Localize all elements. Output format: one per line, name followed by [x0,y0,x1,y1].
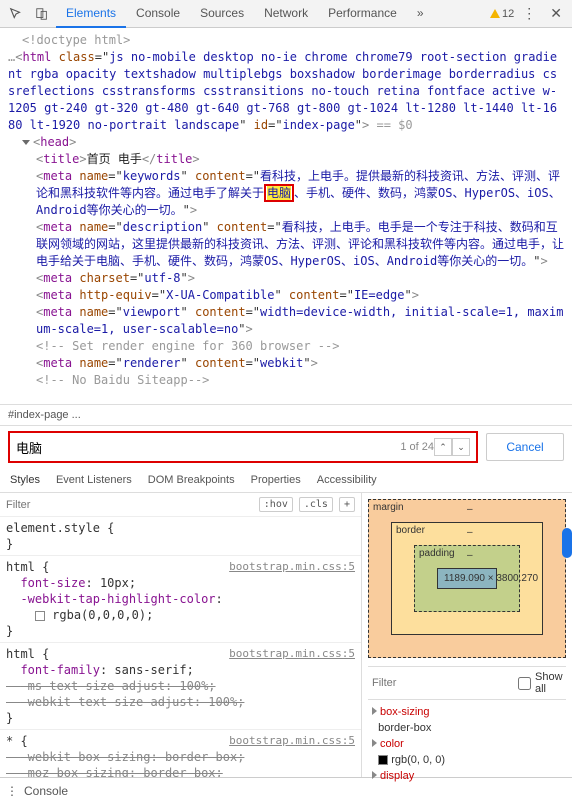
comment-render[interactable]: <!-- Set render engine for 360 browser -… [8,338,564,355]
styles-pane: :hov .cls + element.style { } bootstrap.… [0,493,362,777]
rule-html-1[interactable]: bootstrap.min.css:5 html { font-size: 10… [0,556,361,643]
viewport-val: width=device-width, initial-scale=1, max… [36,305,563,336]
swatch-icon [378,755,388,765]
head-element[interactable]: <head> [8,134,564,151]
search-highlight: 电脑 [267,186,291,200]
show-all-label: Show all [535,671,563,695]
caret-down-icon [22,140,30,145]
source-link[interactable]: bootstrap.min.css:5 [229,646,355,662]
kebab-icon[interactable]: ⋮ [6,784,18,798]
breadcrumb[interactable]: #index-page ... [0,404,572,426]
subtab-a11y[interactable]: Accessibility [317,474,377,486]
border-label: border [396,525,425,536]
close-icon[interactable]: ✕ [544,5,568,22]
tab-console[interactable]: Console [126,0,190,28]
styles-tabs: Styles Event Listeners DOM Breakpoints P… [0,468,572,493]
meta-renderer[interactable]: <meta name="renderer" content="webkit"> [8,355,564,372]
search-input[interactable] [16,440,400,455]
cancel-button[interactable]: Cancel [486,433,564,461]
expand-icon[interactable] [372,739,377,747]
renderer-val: webkit [260,356,303,370]
rule-element-style[interactable]: element.style { } [0,517,361,556]
tab-network[interactable]: Network [254,0,318,28]
html-element[interactable]: …<html class="js no-mobile desktop no-ie… [8,49,564,134]
tab-performance[interactable]: Performance [318,0,407,28]
source-link[interactable]: bootstrap.min.css:5 [229,733,355,749]
meta-description[interactable]: <meta name="description" content="看科技，上电… [8,219,564,270]
padding-label: padding [419,548,455,559]
meta-xua[interactable]: <meta http-equiv="X-UA-Compatible" conte… [8,287,564,304]
show-all-checkbox[interactable] [518,677,531,690]
tab-overflow[interactable]: » [407,0,434,28]
warning-icon [490,9,500,18]
subtab-props[interactable]: Properties [251,474,301,486]
computed-filter-input[interactable] [372,677,514,689]
computed-props: box-sizing border-box color rgb(0, 0, 0)… [368,704,566,784]
desc-text: 看科技，上电手。电手是一个专注于科技、数码和互联网领域的网站，这里提供最新的科技… [36,220,564,268]
swatch-icon[interactable] [35,611,45,621]
subtab-dombp[interactable]: DOM Breakpoints [148,474,235,486]
title-text: 首页 电手 [87,152,142,166]
cls-button[interactable]: .cls [299,497,333,512]
lower-panes: :hov .cls + element.style { } bootstrap.… [0,493,572,777]
source-link[interactable]: bootstrap.min.css:5 [229,559,355,575]
dom-tree[interactable]: <!doctype html> …<html class="js no-mobi… [0,28,572,404]
styles-filter-input[interactable] [6,499,253,511]
device-icon[interactable] [30,2,54,26]
margin-label: margin [373,502,404,513]
meta-viewport[interactable]: <meta name="viewport" content="width=dev… [8,304,564,338]
search-wrap: 1 of 24 ⌃ ⌄ [8,431,478,463]
expand-icon[interactable] [372,707,377,715]
warning-badge[interactable]: 12 [490,8,514,20]
devtools-toolbar: Elements Console Sources Network Perform… [0,0,572,28]
computed-pane: margin – border – padding – 1189.090 × 3… [362,493,572,777]
rule-star[interactable]: bootstrap.min.css:5 * { -webkit-box-sizi… [0,730,361,777]
selection-marker: == $0 [369,118,412,132]
inspect-icon[interactable] [4,2,28,26]
content-dims: 1189.090 × 3800.270 [437,568,497,589]
meta-keywords[interactable]: <meta name="keywords" content="看科技，上电手。提… [8,168,564,219]
xua-val: IE=edge [354,288,405,302]
doctype: <!doctype html> [8,32,564,49]
scrollbar[interactable] [562,528,572,558]
panel-tabs: Elements Console Sources Network Perform… [56,0,488,28]
search-bar: 1 of 24 ⌃ ⌄ Cancel [0,426,572,468]
search-prev-icon[interactable]: ⌃ [434,438,452,456]
rule-html-2[interactable]: bootstrap.min.css:5 html { font-family: … [0,643,361,730]
expand-icon[interactable] [372,771,377,779]
search-next-icon[interactable]: ⌄ [452,438,470,456]
tab-elements[interactable]: Elements [56,0,126,28]
html-id: index-page [283,118,355,132]
drawer-console-tab[interactable]: Console [24,784,68,798]
box-model[interactable]: margin – border – padding – 1189.090 × 3… [368,499,566,658]
search-count: 1 of 24 [400,441,434,453]
warning-count: 12 [502,8,514,20]
add-rule-icon[interactable]: + [339,497,355,512]
meta-charset[interactable]: <meta charset="utf-8"> [8,270,564,287]
title-element[interactable]: <title>首页 电手</title> [8,151,564,168]
charset-val: utf-8 [144,271,180,285]
subtab-styles[interactable]: Styles [10,474,40,486]
selector: element.style { [6,520,355,536]
comment-baidu[interactable]: <!-- No Baidu Siteapp--> [8,372,564,389]
computed-filter-row: Show all [368,666,566,700]
hov-button[interactable]: :hov [259,497,293,512]
tab-sources[interactable]: Sources [190,0,254,28]
subtab-listeners[interactable]: Event Listeners [56,474,132,486]
kebab-icon[interactable]: ⋮ [516,5,542,22]
styles-filter-row: :hov .cls + [0,493,361,517]
